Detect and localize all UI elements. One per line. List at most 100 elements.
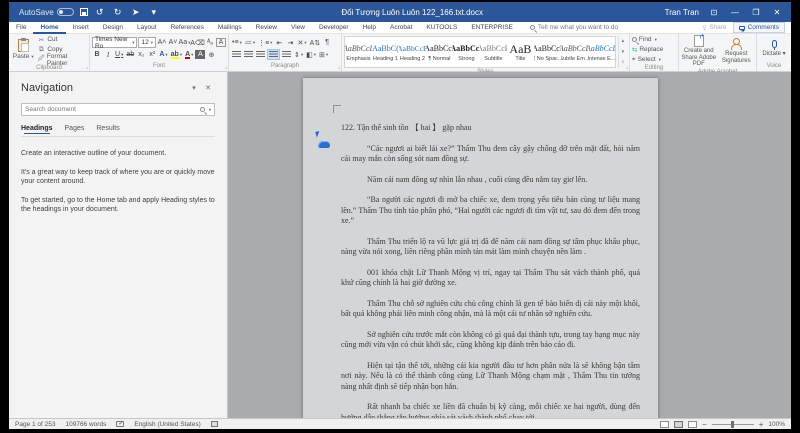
ribbon-tab[interactable]: Home <box>33 22 65 34</box>
ribbon-tab[interactable]: Review <box>249 22 284 34</box>
ribbon-tab[interactable]: KUTOOLS <box>419 22 464 34</box>
ribbon-tab[interactable]: References <box>164 22 211 34</box>
zoom-level[interactable]: 100% <box>768 421 785 428</box>
ribbon-tab[interactable]: Mailings <box>211 22 249 34</box>
document-paragraph[interactable]: “Ba người các ngươi đi mở ba chiếc xe, đ… <box>341 195 640 227</box>
strikethrough-icon[interactable]: ab <box>125 49 135 60</box>
enclose-characters-icon[interactable]: A <box>216 38 226 47</box>
search-input[interactable] <box>25 106 197 113</box>
align-left-icon[interactable] <box>231 49 242 60</box>
replace-button[interactable]: ⇆ Replace <box>632 45 663 54</box>
navigation-tab[interactable]: Pages <box>65 125 85 132</box>
subscript-icon[interactable]: x₂ <box>136 49 146 60</box>
style-card[interactable]: AaBbCcL Intense E... <box>588 37 615 67</box>
font-dialog-launcher[interactable]: ⌟ <box>225 64 227 70</box>
read-mode-icon[interactable] <box>660 421 669 428</box>
style-card[interactable]: AaBbCcI ¶ Normal <box>426 37 453 67</box>
ribbon-tab[interactable]: Acrobat <box>383 22 419 34</box>
paragraph-dialog-launcher[interactable]: ⌟ <box>338 64 340 70</box>
autosave-toggle[interactable]: AutoSave <box>19 8 74 17</box>
superscript-icon[interactable]: x² <box>147 49 157 60</box>
clear-formatting-icon[interactable]: A⌫ <box>191 37 204 48</box>
change-case-icon[interactable]: Aa▾ <box>179 37 190 48</box>
shrink-font-icon[interactable]: A˅ <box>168 37 178 48</box>
document-search-box[interactable]: ▾ <box>21 103 215 116</box>
document-page[interactable]: 122. Tận thế sinh tồn 【 hai 】 gặp nhau“C… <box>303 78 658 418</box>
style-card[interactable]: AaBbCcE Heading 2 <box>399 37 426 67</box>
font-size-combo[interactable]: 12▾ <box>138 37 156 48</box>
sort-icon[interactable]: A⇅ <box>309 37 322 48</box>
search-magnifier-icon[interactable] <box>200 107 205 112</box>
justify-icon[interactable] <box>267 49 280 60</box>
increase-indent-icon[interactable]: ⇥ <box>285 37 295 48</box>
draw-pointer-icon[interactable]: ➤ <box>130 7 142 18</box>
navigation-tab[interactable]: Headings <box>21 125 53 132</box>
page-indicator[interactable]: Page 1 of 253 <box>15 421 55 428</box>
style-card[interactable]: AaBbC( Heading 1 <box>372 37 399 67</box>
ribbon-tab[interactable]: View <box>284 22 312 34</box>
request-signatures-button[interactable]: Request Signatures <box>719 38 755 64</box>
show-hide-paragraph-icon[interactable]: ¶ <box>322 37 332 48</box>
navigation-options-icon[interactable]: ▾ <box>187 84 201 92</box>
zoom-in-icon[interactable]: + <box>759 420 764 429</box>
numbering-icon[interactable]: ≔▾ <box>244 37 256 48</box>
web-layout-icon[interactable] <box>688 421 697 428</box>
ribbon-tab[interactable]: File <box>9 22 33 34</box>
decrease-indent-icon[interactable]: ⇤ <box>274 37 284 48</box>
font-color-icon[interactable]: A▾ <box>184 49 194 60</box>
distribute-icon[interactable] <box>281 49 292 60</box>
tell-me-box[interactable]: Tell me what you want to do <box>530 24 618 31</box>
phonetic-guide-icon[interactable]: ᴬₐ <box>205 37 215 48</box>
language-indicator[interactable]: English (United States) <box>134 421 200 428</box>
share-button[interactable]: ⇪ Share <box>702 24 727 32</box>
style-card[interactable]: AaBbCcI ¶ No Spac... <box>534 37 561 67</box>
styles-scroll-up-icon[interactable]: ▲ <box>619 36 627 47</box>
style-card[interactable]: AaBbCcL Subtle Em... <box>561 37 588 67</box>
font-family-combo[interactable]: Times New Ro▾ <box>92 37 137 48</box>
ribbon-tab[interactable]: Developer <box>312 22 356 34</box>
ribbon-tab[interactable]: Insert <box>66 22 96 34</box>
cut-button[interactable]: ✂ Cut <box>37 35 87 44</box>
create-share-pdf-button[interactable]: Create and Share Adobe PDF <box>681 35 717 68</box>
format-painter-button[interactable]: 🖉 Format Painter <box>37 55 87 64</box>
multilevel-list-icon[interactable]: ⋮≡▾ <box>257 37 273 48</box>
document-paragraph[interactable]: Hiện tại tận thế tới, những cái kia ngườ… <box>341 361 640 393</box>
navigation-close-icon[interactable]: ✕ <box>201 84 215 92</box>
paste-button[interactable]: Paste▾ <box>11 39 35 60</box>
style-card[interactable]: AaBbCcI Strong <box>453 37 480 67</box>
style-card[interactable]: AaBbCcE Subtitle <box>480 37 507 67</box>
bold-icon[interactable]: B <box>92 49 102 60</box>
proofing-icon[interactable] <box>116 421 124 427</box>
print-layout-icon[interactable] <box>674 421 683 428</box>
line-spacing-icon[interactable]: ⇕▾ <box>293 49 304 60</box>
document-paragraph[interactable]: Rất nhanh ba chiếc xe liền đã chuẩn bị k… <box>341 402 640 418</box>
document-paragraph[interactable]: Thẩm Thu triển lộ ra vũ lực giá trị đã đ… <box>341 237 640 258</box>
minimize-button[interactable]: — <box>729 8 741 17</box>
dictate-button[interactable]: Dictate ▾ <box>759 40 789 58</box>
undo-icon[interactable]: ↺ <box>94 7 106 18</box>
italic-icon[interactable]: I <box>103 49 113 60</box>
qat-customize-icon[interactable]: ▾ <box>148 7 160 18</box>
search-options-caret-icon[interactable]: ▾ <box>209 107 211 113</box>
zoom-out-icon[interactable]: − <box>702 420 707 429</box>
clipboard-dialog-launcher[interactable]: ⌟ <box>86 64 88 70</box>
ribbon-tab[interactable]: Design <box>96 22 130 34</box>
character-shading-icon[interactable]: A <box>195 50 205 59</box>
macro-record-icon[interactable] <box>211 421 218 427</box>
ribbon-display-options-icon[interactable]: ⊡ <box>708 8 720 17</box>
style-card[interactable]: AaBbCcL Emphasis <box>345 37 372 67</box>
close-button[interactable]: ✕ <box>771 8 783 17</box>
ribbon-tab[interactable]: Layout <box>130 22 164 34</box>
borders-icon[interactable]: ⊞▾ <box>318 49 329 60</box>
styles-scroll-down-icon[interactable]: ▼ <box>619 47 627 58</box>
document-paragraph[interactable]: Sở nghiên cứu trước mắt còn không có gì … <box>341 330 640 351</box>
autosave-pill-icon[interactable] <box>57 8 74 16</box>
find-button[interactable]: Find▾ <box>632 35 663 44</box>
asian-layout-icon[interactable]: ✕▾ <box>296 37 307 48</box>
style-card[interactable]: AaB Title <box>507 37 534 67</box>
enclose-circle-icon[interactable]: ⊕ <box>206 49 216 60</box>
ribbon-tab[interactable]: Help <box>356 22 383 34</box>
document-paragraph[interactable]: Năm cái nam đồng sự nhìn lẫn nhau , cuối… <box>341 175 640 186</box>
text-effects-icon[interactable]: A▾ <box>158 49 168 60</box>
shading-icon[interactable]: ◧▾ <box>305 49 317 60</box>
